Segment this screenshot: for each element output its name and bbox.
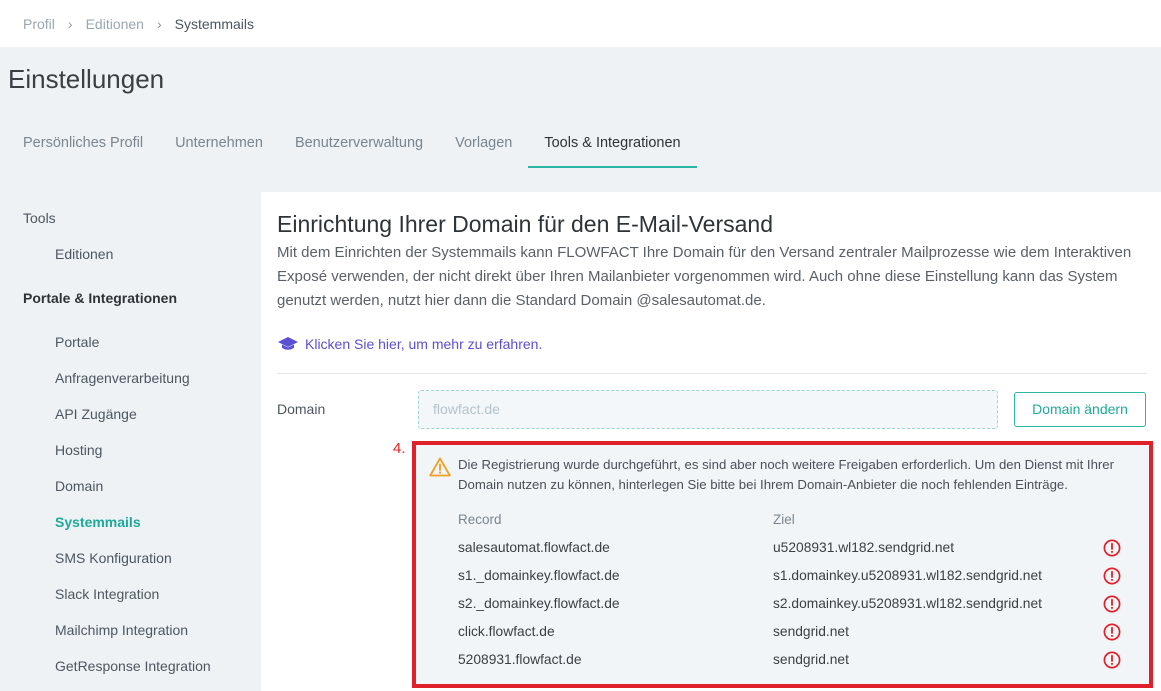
target-cell: u5208931.wl182.sendgrid.net (773, 540, 955, 555)
record-cell: s2._domainkey.flowfact.de (458, 596, 620, 611)
learn-more-text[interactable]: Klicken Sie hier, um mehr zu erfahren. (305, 336, 542, 352)
breadcrumb-profil[interactable]: Profil (23, 16, 55, 32)
column-header-ziel: Ziel (773, 512, 795, 527)
table-row: s2._domainkey.flowfact.de s2.domainkey.u… (458, 595, 1138, 624)
graduation-cap-icon (278, 337, 298, 350)
column-header-record: Record (458, 512, 502, 527)
sidebar-item-mailchimp-integration[interactable]: Mailchimp Integration (0, 612, 260, 648)
error-circle-icon (1103, 595, 1121, 613)
tab-vorlagen[interactable]: Vorlagen (439, 122, 528, 168)
learn-more-link[interactable]: Klicken Sie hier, um mehr zu erfahren. (277, 336, 542, 352)
section-description: Mit dem Einrichten der Systemmails kann … (277, 244, 1132, 309)
error-circle-icon (1103, 539, 1121, 557)
sidebar-heading-portale: Portale & Integrationen (23, 290, 178, 306)
target-cell: sendgrid.net (773, 652, 849, 667)
sidebar-item-anfragenverarbeitung[interactable]: Anfragenverarbeitung (0, 360, 260, 396)
tab-tools-integrationen[interactable]: Tools & Integrationen (528, 122, 697, 168)
sidebar-item-getresponse-integration[interactable]: GetResponse Integration (0, 648, 260, 684)
main-panel: Einrichtung Ihrer Domain für den E-Mail-… (261, 192, 1161, 691)
target-cell: sendgrid.net (773, 624, 849, 639)
target-cell: s2.domainkey.u5208931.wl182.sendgrid.net (773, 596, 1042, 611)
table-row: 5208931.flowfact.de sendgrid.net (458, 651, 1138, 680)
breadcrumb-editionen[interactable]: Editionen (86, 16, 144, 32)
error-circle-icon (1103, 623, 1121, 641)
error-circle-icon (1103, 567, 1121, 585)
record-cell: s1._domainkey.flowfact.de (458, 568, 620, 583)
sidebar-item-api-zugaenge[interactable]: API Zugänge (0, 396, 260, 432)
tab-benutzerverwaltung[interactable]: Benutzerverwaltung (279, 122, 439, 168)
domain-field: flowfact.de (418, 390, 998, 429)
record-cell: click.flowfact.de (458, 624, 555, 639)
tab-persoenliches-profil[interactable]: Persönliches Profil (7, 122, 159, 168)
table-row: s1._domainkey.flowfact.de s1.domainkey.u… (458, 567, 1138, 596)
sidebar-heading-tools[interactable]: Tools (0, 192, 260, 236)
record-cell: salesautomat.flowfact.de (458, 540, 610, 555)
settings-tabs: Persönliches Profil Unternehmen Benutzer… (7, 122, 697, 168)
change-domain-button[interactable]: Domain ändern (1014, 392, 1146, 427)
section-title: Einrichtung Ihrer Domain für den E-Mail-… (277, 211, 774, 237)
tab-unternehmen[interactable]: Unternehmen (159, 122, 279, 168)
domain-label: Domain (277, 401, 326, 417)
sidebar: Tools Editionen Portale & Integrationen … (0, 192, 260, 684)
sidebar-item-editionen[interactable]: Editionen (0, 236, 260, 272)
table-row: salesautomat.flowfact.de u5208931.wl182.… (458, 539, 1138, 568)
sidebar-item-portale[interactable]: Portale (0, 324, 260, 360)
page-title: Einstellungen (8, 64, 165, 94)
error-circle-icon (1103, 651, 1121, 669)
chevron-right-icon: › (67, 15, 73, 32)
notice-message: Die Registrierung wurde durchgeführt, es… (458, 457, 1115, 492)
sidebar-item-domain[interactable]: Domain (0, 468, 260, 504)
target-cell: s1.domainkey.u5208931.wl182.sendgrid.net (773, 568, 1042, 583)
sidebar-item-sms-konfiguration[interactable]: SMS Konfiguration (0, 540, 260, 576)
record-cell: 5208931.flowfact.de (458, 652, 582, 667)
chevron-right-icon: › (156, 15, 162, 32)
divider (277, 373, 1147, 374)
table-row: click.flowfact.de sendgrid.net (458, 623, 1138, 652)
dns-records-notice: Die Registrierung wurde durchgeführt, es… (412, 441, 1153, 688)
warning-triangle-icon (429, 457, 451, 477)
breadcrumb: Profil › Editionen › Systemmails (0, 0, 1161, 47)
sidebar-item-systemmails[interactable]: Systemmails (0, 504, 260, 540)
step-annotation: 4. (393, 440, 406, 457)
sidebar-item-hosting[interactable]: Hosting (0, 432, 260, 468)
breadcrumb-systemmails: Systemmails (174, 15, 254, 32)
sidebar-item-slack-integration[interactable]: Slack Integration (0, 576, 260, 612)
